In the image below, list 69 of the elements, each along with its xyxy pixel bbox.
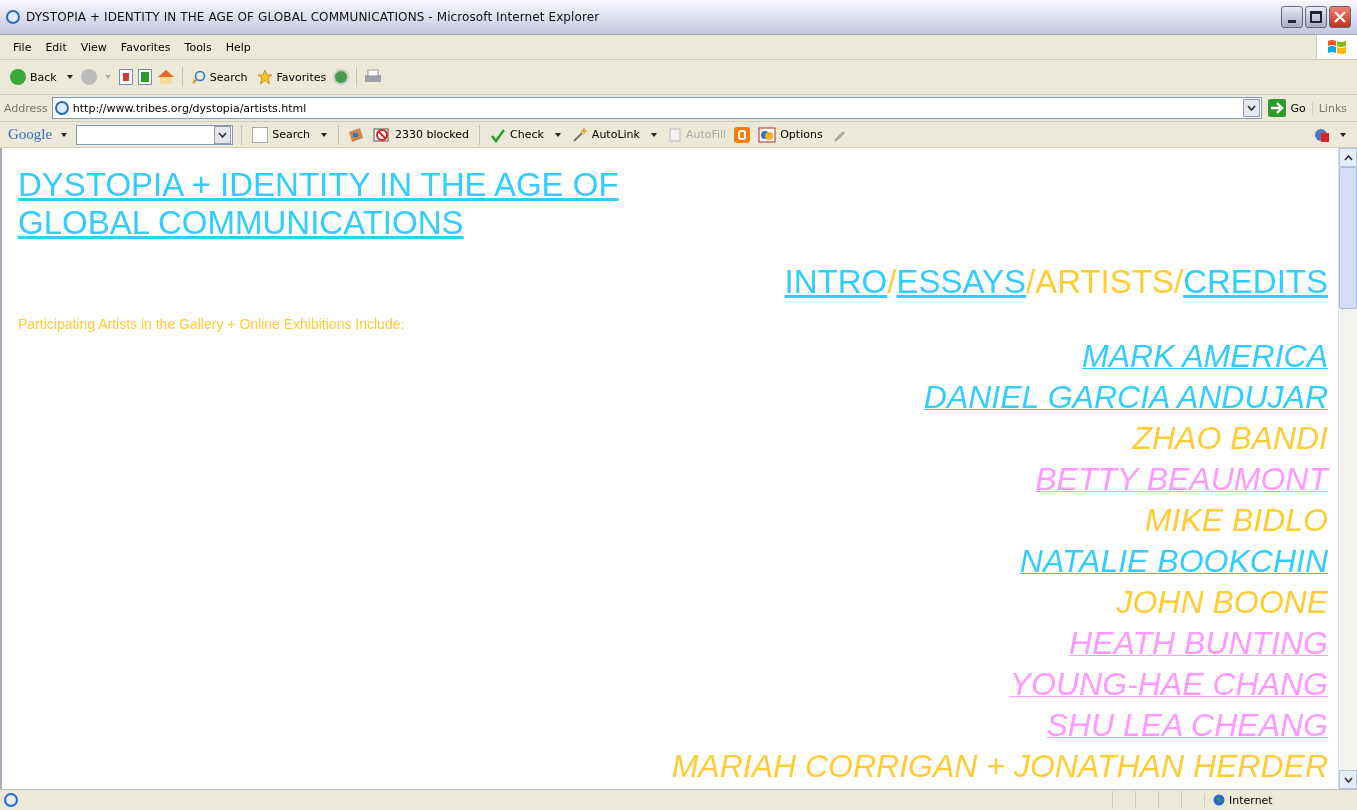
page-status-icon [4,793,18,807]
magic-wand-icon [571,126,588,143]
stop-icon[interactable] [118,69,133,85]
history-icon[interactable] [333,69,350,85]
refresh-icon[interactable] [137,69,152,85]
favorites-button[interactable]: Favorites [254,69,329,85]
news-icon[interactable] [346,126,365,143]
nav-separator: / [1174,263,1184,300]
artist-name: ZHAO BANDI [1132,419,1328,458]
minimize-button[interactable] [1281,6,1303,28]
scrollbar[interactable] [1338,148,1357,789]
home-icon[interactable] [156,69,175,85]
intro-text: Participating Artists in the Gallery + Online Exhibitions Include: [18,316,406,332]
spell-check-button[interactable]: Check [488,126,546,143]
window-title: DYSTOPIA + IDENTITY IN THE AGE OF GLOBAL COMMUNICATIONS - Microsoft Internet Explorer [26,10,600,24]
menu-item[interactable]: View [73,40,114,54]
options-button[interactable]: Options [756,126,825,143]
dropdown-arrow-icon[interactable] [61,132,68,137]
menu-item[interactable]: Tools [177,40,219,54]
nav-separator: / [1026,263,1036,300]
printer-icon[interactable] [364,69,383,85]
globe-icon [1213,794,1225,806]
google-logo[interactable]: Google [8,126,53,143]
back-button[interactable]: Back [8,69,59,85]
dropdown-arrow-icon[interactable] [66,75,73,79]
browser-icon [6,10,20,24]
autolink-button[interactable]: AutoLink [569,126,642,143]
address-field[interactable]: http://www.tribes.org/dystopia/artists.html [51,97,1263,119]
dropdown-arrow-icon[interactable] [1340,132,1346,137]
dropdown-arrow-icon[interactable] [320,132,327,137]
nav-separator: / [887,263,897,300]
popup-blocker-button[interactable]: 2330 blocked [370,126,471,143]
artist-name: JOHN BOONE [1116,583,1328,622]
menu-item[interactable]: Edit [38,40,74,54]
star-icon [256,69,273,85]
close-icon [1333,10,1347,24]
restore-button[interactable] [1305,6,1327,28]
security-zone: Internet [1204,793,1353,807]
document-icon [667,126,682,143]
search-field[interactable] [76,124,234,145]
caret-icon [1247,105,1257,111]
scroll-thumb[interactable] [1339,167,1357,309]
pdf-icon[interactable] [1313,126,1331,143]
close-button[interactable] [1329,6,1351,28]
go-arrow-icon [1268,99,1287,117]
menu-item[interactable]: Favorites [113,40,178,54]
page-icon [54,101,69,115]
options-icon [758,126,777,143]
scroll-down-button[interactable] [1339,770,1357,789]
search-icon [191,70,206,84]
artist-name: MIKE BIDLO [1144,501,1328,540]
dropdown-arrow-icon[interactable] [554,132,561,137]
artist-name: MARIAH CORRIGAN + JONATHAN HERDER [671,747,1328,786]
back-icon [10,69,26,85]
windows-flag-icon [1327,38,1347,56]
blocked-icon [372,126,391,143]
scroll-up-button[interactable] [1339,148,1357,167]
search-button[interactable]: Search [189,70,250,84]
links-button[interactable]: Links [1311,101,1353,115]
go-button[interactable]: Go [1266,99,1308,117]
dropdown-button[interactable] [1243,99,1261,117]
current-page-label: ARTISTS [1035,263,1174,300]
google-search-button[interactable]: Search [250,126,312,143]
dropdown-button[interactable] [214,125,232,144]
address-label: Address [4,101,48,115]
dropdown-arrow-icon[interactable] [650,132,657,137]
menu-item[interactable]: Help [218,40,258,54]
menu-item[interactable]: File [6,40,39,54]
caret-icon [218,131,228,138]
